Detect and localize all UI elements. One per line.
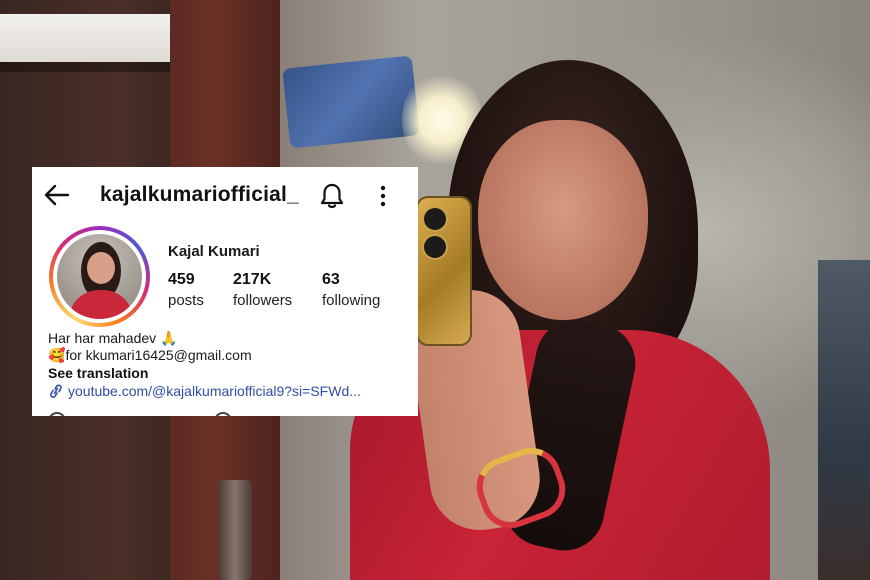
cropped-icon: [214, 412, 232, 416]
bio-email: for kkumari16425@gmail.com: [65, 347, 252, 363]
following-label: following: [322, 292, 381, 309]
followers-count: 217K: [233, 271, 272, 288]
smiling-hearts-emoji: 🥰: [48, 347, 66, 363]
avatar-face: [87, 252, 115, 284]
bell-icon[interactable]: [319, 182, 345, 210]
story-ring[interactable]: [49, 226, 150, 327]
following-stat[interactable]: 63 following: [322, 271, 380, 309]
posts-count: 459: [168, 271, 195, 288]
shelf-shadow: [0, 62, 170, 72]
avatar-dress: [69, 290, 133, 319]
cropped-icon: [48, 412, 66, 416]
followers-stat[interactable]: 217K followers: [233, 271, 292, 309]
door-hinge: [218, 480, 252, 580]
right-shelf: [818, 260, 870, 580]
more-vertical-icon[interactable]: [375, 183, 391, 209]
bio-line: 🥰for kkumari16425@gmail.com: [48, 347, 252, 364]
profile-username: kajalkumariofficial_: [100, 183, 299, 206]
person-face: [478, 120, 648, 320]
bio-line: Har har mahadev 🙏: [48, 330, 178, 346]
see-translation-button[interactable]: See translation: [48, 365, 148, 381]
display-name: Kajal Kumari: [168, 243, 260, 260]
link-icon: [50, 384, 62, 398]
gold-phone: [416, 196, 472, 346]
white-shelf: [0, 14, 170, 62]
avatar[interactable]: [57, 234, 142, 319]
following-count: 63: [322, 271, 340, 288]
followers-label: followers: [233, 292, 293, 309]
instagram-profile-card: kajalkumariofficial_ Kajal Kumari 459 po…: [32, 167, 418, 416]
profile-link-text: youtube.com/@kajalkumariofficial9?si=SFW…: [68, 383, 361, 399]
profile-link[interactable]: youtube.com/@kajalkumariofficial9?si=SFW…: [48, 383, 361, 399]
camera-lens: [424, 236, 446, 258]
profile-top-bar: kajalkumariofficial_: [32, 167, 418, 223]
camera-lens: [424, 208, 446, 230]
cropped-icons-row: [32, 410, 418, 416]
back-arrow-icon[interactable]: [44, 184, 70, 206]
posts-stat[interactable]: 459 posts: [168, 271, 204, 309]
posts-label: posts: [168, 292, 204, 309]
blue-cloth: [282, 55, 420, 149]
